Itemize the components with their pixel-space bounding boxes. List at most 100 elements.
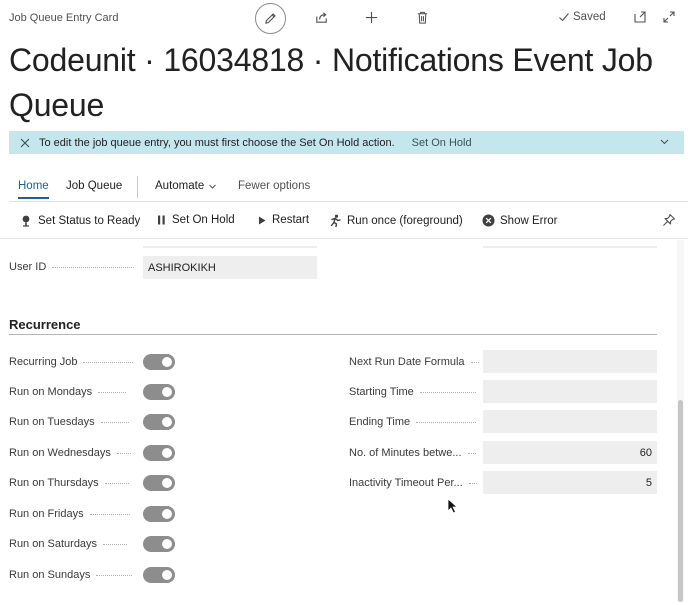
starting-time-field[interactable] (483, 380, 657, 403)
page-title: Codeunit · 16034818 · Notifications Even… (9, 42, 653, 123)
top-bar: Job Queue Entry Card Saved (0, 0, 688, 36)
run-on-thursdays-label: Run on Thursdays (9, 477, 129, 489)
inactivity-timeout-label: Inactivity Timeout Per... (349, 477, 477, 489)
recurring-job-label-text: Recurring Job (9, 356, 78, 368)
next-run-date-formula-field[interactable] (483, 350, 657, 373)
open-new-window-button[interactable] (631, 8, 649, 26)
plus-icon (365, 11, 377, 23)
pin-button[interactable] (662, 213, 676, 227)
tab-home[interactable]: Home (18, 180, 49, 192)
run-on-saturdays-toggle[interactable] (143, 536, 175, 552)
label-dots (98, 391, 127, 393)
user-id-label: User ID (9, 261, 135, 273)
run-on-tuesdays-label-text: Run on Tuesdays (9, 416, 95, 428)
scrolled-field-edge (483, 246, 657, 248)
run-on-saturdays-label: Run on Saturdays (9, 538, 128, 550)
recurring-job-label: Recurring Job (9, 356, 134, 368)
expand-icon (663, 11, 675, 23)
pause-icon (158, 215, 165, 225)
minutes-between-runs-value: 60 (639, 446, 652, 459)
notification-message: To edit the job queue entry, you must fi… (39, 136, 395, 149)
set-on-hold-button[interactable]: Set On Hold (156, 214, 235, 226)
label-dots (470, 361, 479, 363)
notification-set-on-hold-link[interactable]: Set On Hold (412, 137, 472, 149)
recurrence-section-title: Recurrence (9, 317, 81, 332)
label-dots (96, 574, 133, 576)
minutes-between-runs-field[interactable]: 60 (483, 441, 657, 464)
show-error-button[interactable]: Show Error (482, 214, 558, 227)
run-on-sundays-toggle[interactable] (143, 567, 175, 583)
run-on-thursdays-toggle[interactable] (143, 475, 175, 491)
label-dots (467, 452, 476, 454)
user-id-field[interactable]: ASHIROKIKH (143, 256, 317, 279)
page-kind-label: Job Queue Entry Card (9, 12, 119, 24)
run-icon (330, 214, 341, 227)
ending-time-label-text: Ending Time (349, 416, 411, 428)
set-status-ready-button[interactable]: Set Status to Ready (20, 214, 140, 227)
label-dots (416, 421, 477, 423)
actions-bar: Set Status to Ready Set On Hold Restart … (0, 203, 688, 238)
notification-bar: To edit the job queue entry, you must fi… (9, 131, 684, 154)
tab-separator (137, 176, 138, 198)
scrollbar-thumb[interactable] (678, 400, 683, 602)
next-run-date-formula-label-text: Next Run Date Formula (349, 356, 465, 368)
checkmark-icon (559, 13, 569, 22)
label-dots (116, 452, 131, 454)
chevron-down-icon (209, 184, 217, 189)
share-button[interactable] (312, 8, 330, 26)
label-dots (468, 482, 477, 484)
run-once-button[interactable]: Run once (foreground) (328, 214, 463, 227)
new-button[interactable] (362, 8, 380, 26)
ending-time-label: Ending Time (349, 416, 477, 428)
inactivity-timeout-field[interactable]: 5 (483, 471, 657, 494)
tab-automate[interactable]: Automate (155, 180, 217, 192)
run-on-sundays-label-text: Run on Sundays (9, 569, 91, 581)
run-on-tuesdays-toggle[interactable] (143, 414, 175, 430)
saved-label: Saved (573, 11, 606, 23)
actions-divider (0, 238, 688, 239)
recurring-job-toggle[interactable] (143, 354, 175, 370)
tab-job-queue[interactable]: Job Queue (66, 180, 122, 192)
minutes-between-runs-label-text: No. of Minutes betwe... (349, 447, 462, 459)
label-dots (100, 421, 129, 423)
label-dots (103, 543, 128, 545)
tab-home-underline (18, 197, 49, 199)
run-once-label: Run once (foreground) (347, 214, 463, 227)
set-status-ready-label: Set Status to Ready (38, 214, 141, 227)
mouse-cursor-icon (447, 498, 458, 514)
run-on-fridays-label-text: Run on Fridays (9, 508, 84, 520)
pencil-icon (265, 13, 276, 24)
play-icon (259, 216, 266, 224)
close-icon (20, 138, 30, 147)
fewer-options-link[interactable]: Fewer options (238, 180, 310, 192)
open-in-new-window-icon (634, 11, 646, 23)
restart-button[interactable]: Restart (257, 214, 309, 226)
run-on-mondays-label: Run on Mondays (9, 386, 127, 398)
run-on-sundays-label: Run on Sundays (9, 569, 133, 581)
ending-time-field[interactable] (483, 410, 657, 433)
run-on-mondays-label-text: Run on Mondays (9, 386, 93, 398)
label-dots (419, 391, 476, 393)
show-error-label: Show Error (500, 214, 558, 227)
user-id-value: ASHIROKIKH (148, 261, 216, 274)
expand-button[interactable] (660, 8, 678, 26)
label-dots (83, 361, 134, 363)
delete-button[interactable] (413, 8, 431, 26)
label-dots (52, 266, 135, 268)
inactivity-timeout-label-text: Inactivity Timeout Per... (349, 477, 463, 489)
run-on-wednesdays-label-text: Run on Wednesdays (9, 447, 111, 459)
run-on-tuesdays-label: Run on Tuesdays (9, 416, 129, 428)
expand-notification-button[interactable] (659, 136, 670, 147)
set-status-icon (22, 215, 30, 227)
label-dots (89, 513, 130, 515)
run-on-mondays-toggle[interactable] (143, 384, 175, 400)
tab-automate-label: Automate (155, 180, 205, 192)
run-on-fridays-toggle[interactable] (143, 506, 175, 522)
edit-button[interactable] (255, 3, 286, 34)
share-icon (315, 11, 327, 23)
label-dots (104, 482, 129, 484)
chevron-down-icon (660, 139, 669, 145)
run-on-wednesdays-toggle[interactable] (143, 445, 175, 461)
dismiss-notification-button[interactable] (20, 138, 30, 148)
error-icon (482, 214, 495, 227)
